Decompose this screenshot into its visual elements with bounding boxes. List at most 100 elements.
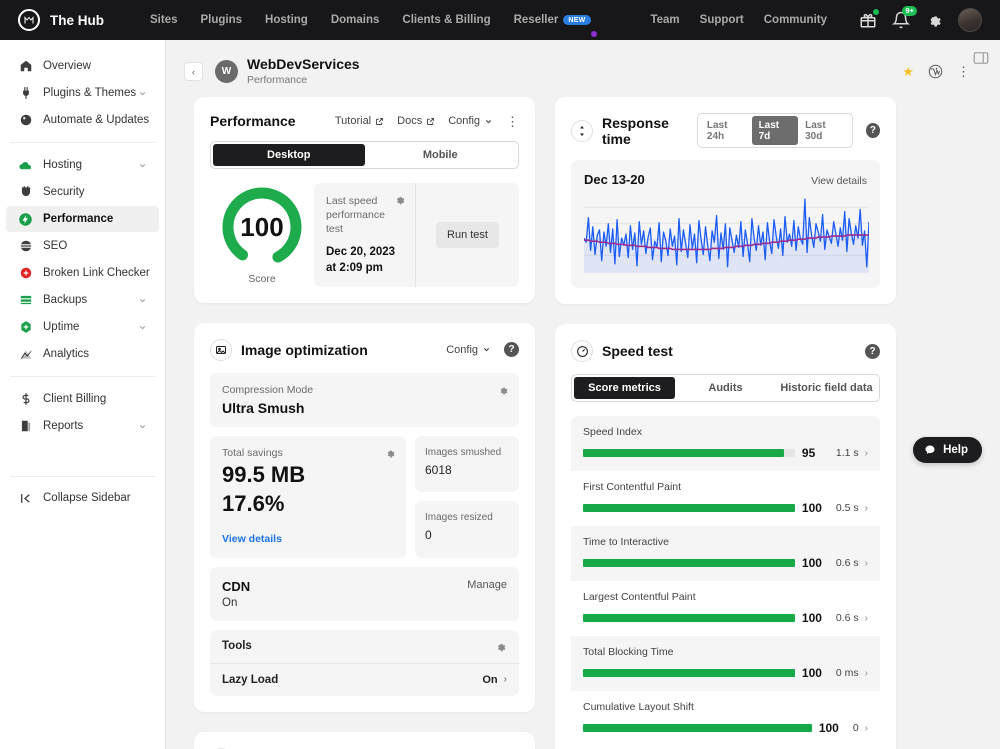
image-config-label: Config bbox=[446, 343, 478, 356]
kebab-menu-icon[interactable]: ⋮ bbox=[957, 65, 970, 78]
topnav-reseller[interactable]: Reseller NEW bbox=[514, 14, 597, 37]
sidebar-item-client-billing[interactable]: Client Billing bbox=[6, 386, 159, 412]
reports-icon bbox=[18, 419, 33, 434]
metric-score: 100 bbox=[801, 556, 822, 571]
sidebar-item-overview-label: Overview bbox=[43, 60, 91, 72]
tutorial-link[interactable]: Tutorial bbox=[335, 115, 384, 127]
config-dropdown[interactable]: Config bbox=[448, 115, 493, 127]
gear-icon[interactable] bbox=[384, 447, 396, 459]
gear-icon[interactable] bbox=[494, 640, 507, 653]
metric-value[interactable]: 0.6 s › bbox=[836, 612, 868, 624]
response-time-header: Response time Last 24h Last 7d Last 30d … bbox=[571, 113, 880, 149]
sidebar-item-plugins-themes[interactable]: Plugins & Themes bbox=[6, 80, 159, 106]
topnav-plugins[interactable]: Plugins bbox=[201, 14, 243, 26]
run-test-button[interactable]: Run test bbox=[436, 221, 499, 248]
brand[interactable]: The Hub bbox=[18, 9, 104, 31]
gear-icon[interactable] bbox=[925, 11, 943, 29]
range-last-24h[interactable]: Last 24h bbox=[700, 116, 752, 145]
wordpress-icon[interactable] bbox=[928, 64, 943, 79]
total-savings-label: Total savings bbox=[222, 446, 283, 459]
metric-value-text: 0.6 s bbox=[835, 557, 859, 570]
gift-icon[interactable] bbox=[859, 9, 879, 29]
metric-value[interactable]: 0.5 s › bbox=[836, 502, 868, 514]
main-content: ‹ W WebDevServices Performance ★ ⋮ Perfo… bbox=[166, 40, 1000, 749]
tab-score-metrics[interactable]: Score metrics bbox=[574, 377, 675, 400]
cdn-manage-link[interactable]: Manage bbox=[467, 579, 507, 609]
chevron-down-icon bbox=[483, 348, 490, 352]
tab-historic-field-data[interactable]: Historic field data bbox=[776, 377, 877, 399]
help-button[interactable]: Help bbox=[913, 437, 982, 463]
sidebar-item-reports[interactable]: Reports bbox=[6, 413, 159, 439]
image-optimization-title: Image optimization bbox=[241, 341, 368, 358]
external-link-icon bbox=[427, 117, 435, 125]
metric-value[interactable]: 0 ms › bbox=[836, 667, 868, 679]
metric-bar-row: 100 0 ms › bbox=[583, 666, 868, 680]
sidebar-item-analytics[interactable]: Analytics bbox=[6, 341, 159, 367]
sidebar-item-automate-updates[interactable]: Automate & Updates bbox=[6, 107, 159, 133]
sidebar-item-broken-link-checker[interactable]: Broken Link Checker bbox=[6, 260, 159, 286]
topnav-team[interactable]: Team bbox=[650, 14, 679, 26]
avatar[interactable] bbox=[958, 8, 982, 32]
tools-settings[interactable] bbox=[494, 640, 507, 653]
metric-row: Largest Contentful Paint 100 0.6 s › bbox=[571, 581, 880, 636]
metric-value[interactable]: 0 › bbox=[853, 722, 868, 734]
metric-value[interactable]: 1.1 s › bbox=[836, 447, 868, 459]
help-icon[interactable]: ? bbox=[504, 342, 519, 358]
metric-score: 100 bbox=[801, 501, 822, 516]
cdn-status: On bbox=[222, 596, 238, 609]
help-icon[interactable]: ? bbox=[865, 343, 880, 359]
range-last-7d[interactable]: Last 7d bbox=[751, 116, 799, 146]
metric-bar-row: 100 0 › bbox=[583, 721, 868, 735]
external-link-icon bbox=[376, 117, 384, 125]
topnav-clients-billing[interactable]: Clients & Billing bbox=[402, 14, 490, 26]
sidebar-item-hosting[interactable]: Hosting bbox=[6, 152, 159, 178]
last-test-time: at 2:09 pm bbox=[326, 261, 383, 274]
topnav-domains[interactable]: Domains bbox=[331, 14, 380, 26]
topnav-community[interactable]: Community bbox=[764, 14, 827, 26]
metric-value[interactable]: 0.6 s › bbox=[836, 557, 868, 569]
tab-mobile[interactable]: Mobile bbox=[365, 144, 517, 166]
gift-indicator-dot bbox=[873, 9, 879, 15]
help-icon[interactable]: ? bbox=[865, 123, 880, 139]
sidebar-item-seo[interactable]: SEO bbox=[6, 233, 159, 259]
sidebar-item-performance[interactable]: Performance bbox=[6, 206, 159, 232]
config-dropdown-label: Config bbox=[448, 115, 480, 128]
tab-audits[interactable]: Audits bbox=[675, 377, 776, 399]
sidebar-item-backups[interactable]: Backups bbox=[6, 287, 159, 313]
metric-bar-row: 100 0.5 s › bbox=[583, 501, 868, 515]
sidebar-item-security[interactable]: Security bbox=[6, 179, 159, 205]
hub-logo-icon bbox=[18, 9, 40, 31]
sidebar-item-uptime[interactable]: Uptime bbox=[6, 314, 159, 340]
topnav-hosting[interactable]: Hosting bbox=[265, 14, 308, 26]
topnav-sites[interactable]: Sites bbox=[150, 14, 178, 26]
docs-link[interactable]: Docs bbox=[397, 115, 435, 127]
compression-mode-block: Compression Mode Ultra Smush bbox=[210, 372, 519, 427]
metric-bar-track bbox=[583, 449, 795, 458]
chevron-down-icon bbox=[485, 119, 492, 124]
page-subtitle: Performance bbox=[247, 73, 308, 86]
star-icon[interactable]: ★ bbox=[902, 64, 914, 80]
page-title: WebDevServices bbox=[247, 56, 360, 72]
metric-score: 95 bbox=[801, 446, 816, 461]
performance-kebab-icon[interactable]: ⋮ bbox=[506, 115, 519, 128]
range-last-30d[interactable]: Last 30d bbox=[798, 116, 850, 145]
sidebar-collapse-button[interactable]: Collapse Sidebar bbox=[6, 485, 159, 511]
tab-desktop[interactable]: Desktop bbox=[213, 144, 365, 167]
panel-toggle-icon[interactable] bbox=[972, 49, 990, 67]
gear-icon[interactable] bbox=[393, 193, 406, 206]
reseller-indicator-dot bbox=[590, 31, 597, 37]
metric-bar-fill bbox=[583, 559, 795, 568]
chart-view-details-link[interactable]: View details bbox=[811, 175, 867, 187]
view-details-link[interactable]: View details bbox=[222, 533, 282, 545]
topnav-support[interactable]: Support bbox=[700, 14, 744, 26]
back-button[interactable]: ‹ bbox=[184, 62, 203, 82]
metric-bar-fill bbox=[583, 504, 795, 513]
metric-value-text: 0.6 s bbox=[835, 612, 859, 625]
sidebar-item-hosting-label: Hosting bbox=[43, 159, 82, 171]
image-config-dropdown[interactable]: Config bbox=[446, 344, 491, 356]
bell-icon[interactable]: 9+ bbox=[892, 6, 917, 29]
lazy-load-row[interactable]: Lazy Load On › bbox=[210, 662, 519, 696]
gear-icon[interactable] bbox=[497, 384, 509, 396]
response-time-chart-header: Dec 13-20 View details bbox=[584, 172, 867, 187]
sidebar-item-overview[interactable]: Overview bbox=[6, 53, 159, 79]
